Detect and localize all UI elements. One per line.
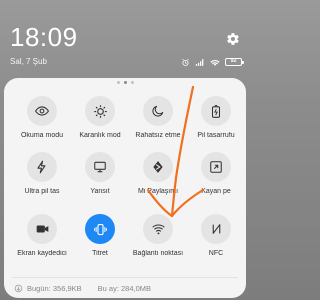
date: Sal, 7 Şub: [10, 57, 47, 66]
alarm-icon: [182, 58, 189, 66]
tile-baglanti-noktasi[interactable]: Bağlantı noktası: [128, 214, 188, 268]
clock: 18:09: [10, 22, 78, 52]
tile-titret[interactable]: Titret: [70, 214, 130, 268]
tile-yansit[interactable]: Yansıt: [70, 152, 130, 206]
video-camera-icon: [27, 214, 57, 244]
data-usage-today: Bugün: 356,9KB: [27, 284, 82, 293]
signal-icon: [195, 58, 204, 66]
tile-label: Kayan pe: [201, 188, 231, 195]
tile-karanlik-mod[interactable]: Karanlık mod: [70, 96, 130, 150]
tile-rahatsiz-etme[interactable]: Rahatsız etme: [128, 96, 188, 150]
page-indicator: [4, 81, 246, 84]
data-usage-row: Bugün: 356,9KB Bu ay: 284,0MB: [14, 284, 151, 293]
eye-icon: [27, 96, 57, 126]
status-bar: 18:09 Sal, 7 Şub 92: [0, 0, 250, 78]
floating-window-icon: [201, 152, 231, 182]
data-usage-icon: [14, 284, 23, 293]
nfc-icon: [201, 214, 231, 244]
vibrate-icon: [85, 214, 115, 244]
hotspot-icon: [143, 214, 173, 244]
quick-settings-panel: Okuma modu Karanlık mod Rahatsız etme Pi…: [4, 78, 246, 298]
tile-pil-tasarrufu[interactable]: Pil tasarrufu: [186, 96, 246, 150]
battery-level: 92: [230, 58, 237, 65]
wifi-icon: [210, 59, 220, 66]
page-dot: [130, 81, 134, 84]
battery-icon: 92: [225, 58, 244, 66]
data-usage-month: Bu ay: 284,0MB: [97, 284, 152, 293]
monitor-icon: [85, 152, 115, 182]
divider: [12, 277, 238, 278]
page-dot: [116, 81, 120, 84]
gear-icon[interactable]: [226, 32, 240, 46]
tile-okuma-modu[interactable]: Okuma modu: [12, 96, 72, 150]
tile-mi-paylasimi[interactable]: Mi Paylaşımı: [128, 152, 188, 206]
tile-ultra-pil[interactable]: Ultra pil tas: [12, 152, 72, 206]
system-icons: 92: [181, 56, 244, 68]
sun-icon: [85, 96, 115, 126]
moon-icon: [143, 96, 173, 126]
tile-nfc[interactable]: NFC: [186, 214, 246, 268]
tile-ekran-kaydedici[interactable]: Ekran kaydedici: [12, 214, 72, 268]
page-dot-active: [123, 81, 127, 84]
lightning-icon: [27, 152, 57, 182]
tile-kayan-pencere[interactable]: Kayan pe: [186, 152, 246, 206]
share-icon: [143, 152, 173, 182]
tile-label: NFC: [208, 250, 224, 257]
battery-saver-icon: [201, 96, 231, 126]
tile-label: Pil tasarrufu: [197, 132, 235, 139]
